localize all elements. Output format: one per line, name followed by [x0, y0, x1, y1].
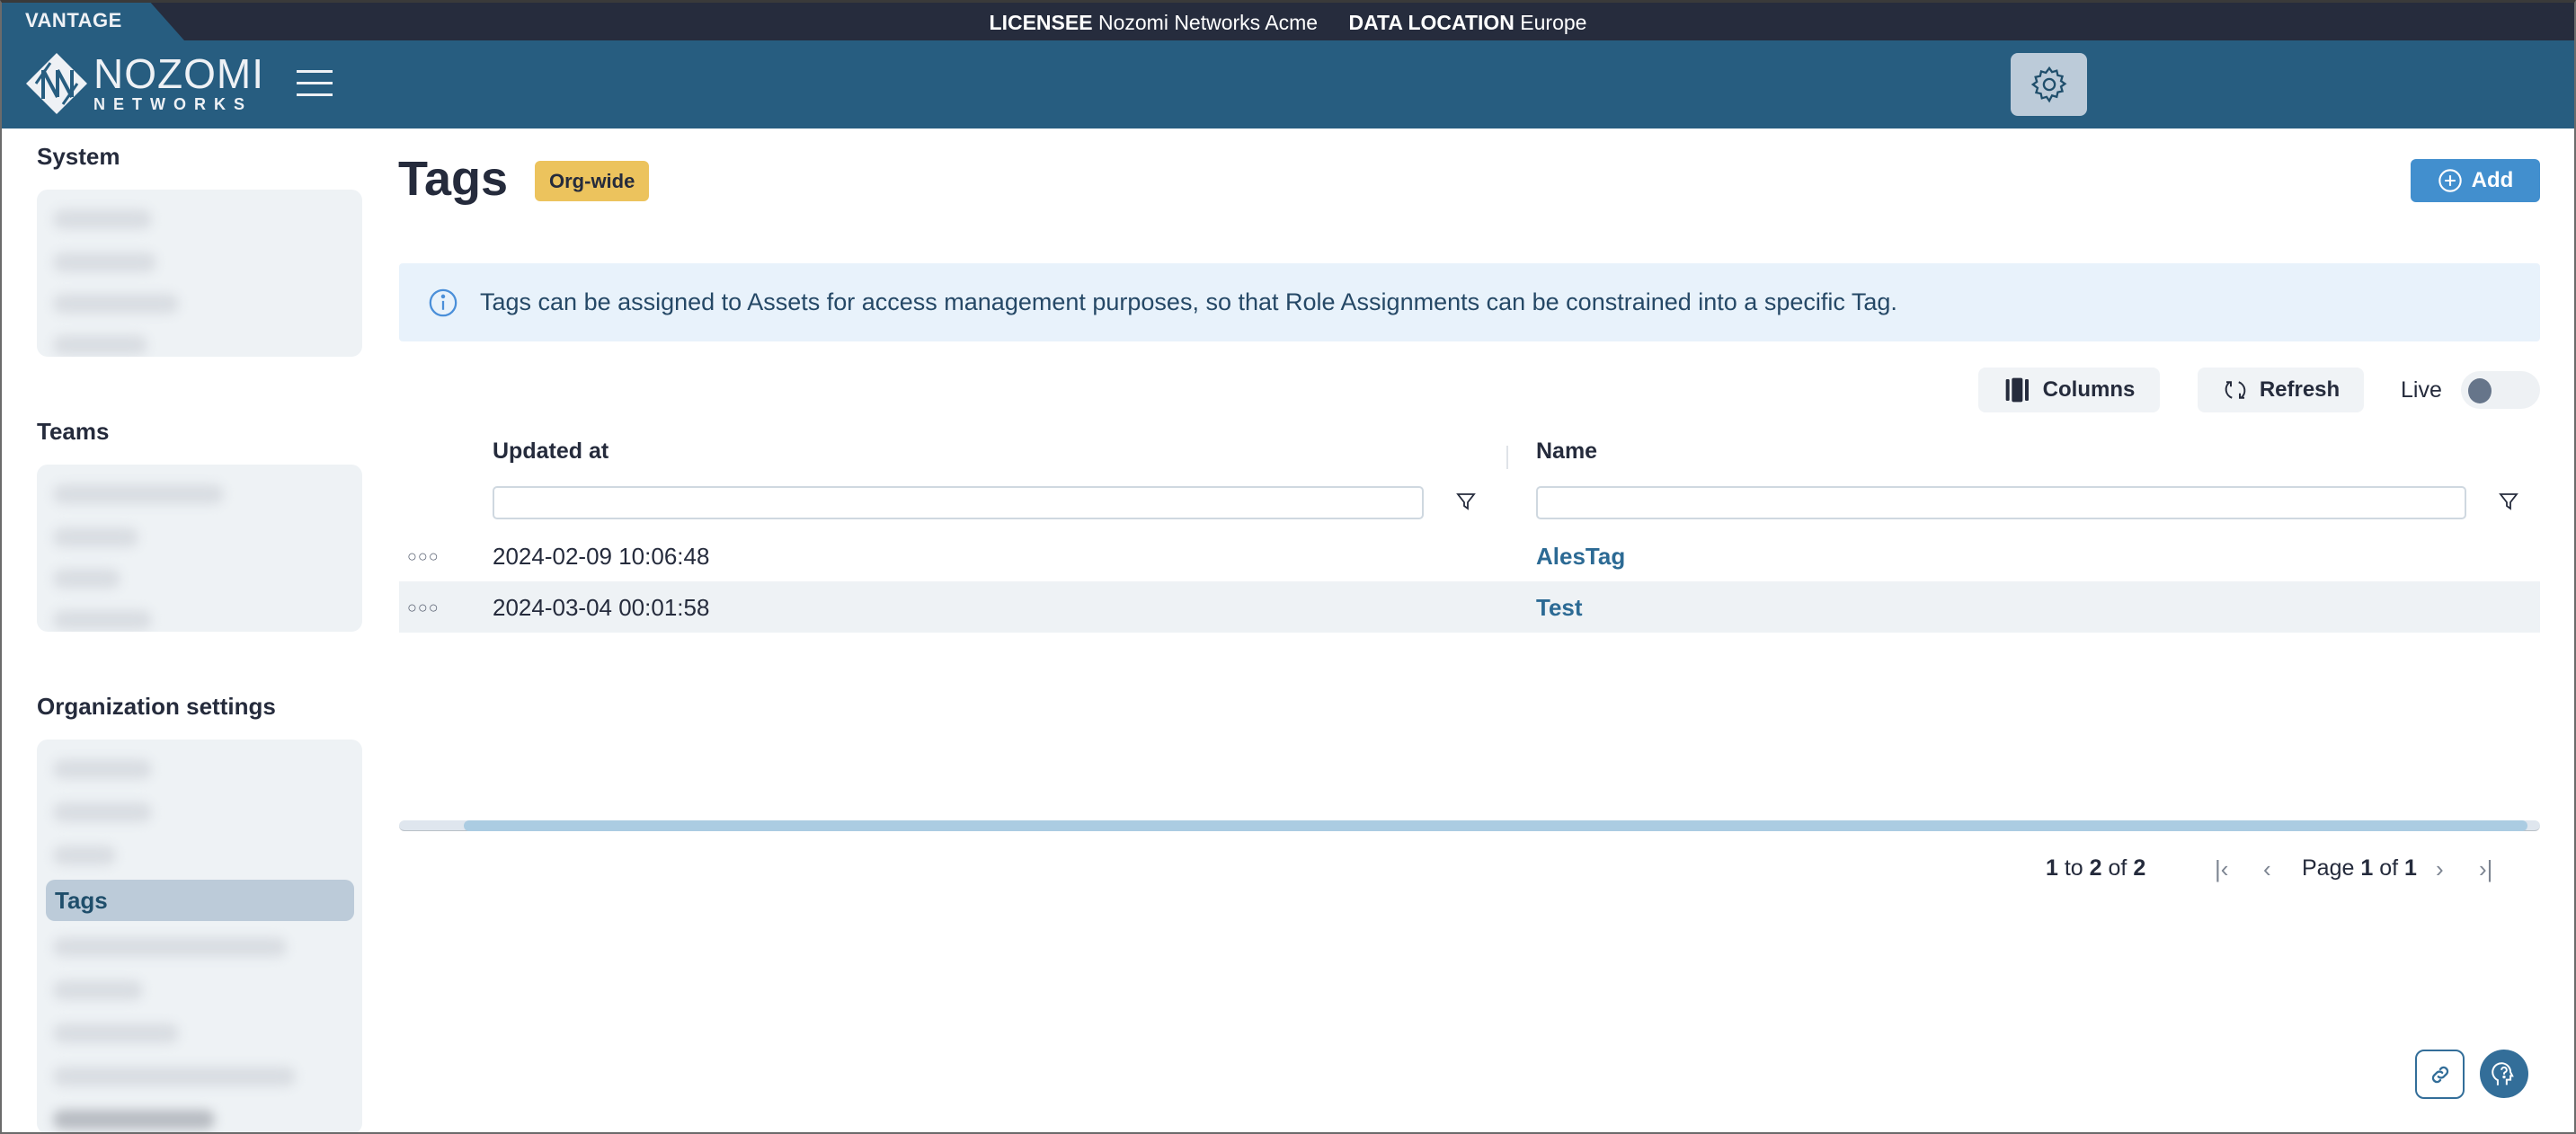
sidebar-item-redacted[interactable]	[53, 1067, 296, 1086]
updated-at-cell: 2024-02-09 10:06:48	[493, 543, 710, 570]
refresh-label: Refresh	[2259, 377, 2341, 402]
page-indicator: Page 1 of 1	[2302, 855, 2417, 882]
add-button-label: Add	[2471, 168, 2514, 192]
data-location-label: DATA LOCATION	[1348, 11, 1515, 34]
filter-icon[interactable]	[1455, 491, 1477, 512]
columns-icon	[2005, 377, 2029, 403]
first-page-icon[interactable]: |‹	[2215, 855, 2228, 883]
page-word: Page	[2302, 855, 2355, 881]
updated-at-filter-input[interactable]	[493, 486, 1424, 519]
name-filter-input[interactable]	[1536, 486, 2466, 519]
last-page-icon[interactable]: ›|	[2479, 855, 2492, 883]
link-icon	[2431, 1066, 2448, 1083]
filter-icon[interactable]	[2498, 491, 2519, 512]
gear-icon	[2030, 66, 2066, 103]
sidebar-section-teams: Teams	[37, 418, 110, 445]
next-page-icon[interactable]: ›	[2436, 855, 2444, 883]
sidebar-item-redacted[interactable]	[53, 252, 156, 272]
sidebar-organization-list	[37, 740, 362, 1134]
info-banner: Tags can be assigned to Assets for acces…	[399, 263, 2540, 341]
settings-button[interactable]	[2011, 53, 2087, 116]
license-info: LICENSEE Nozomi Networks Acme DATA LOCAT…	[0, 11, 2576, 35]
add-button[interactable]: Add	[2411, 159, 2540, 202]
page-of-word: of	[2379, 855, 2399, 881]
range-to-word: to	[2064, 855, 2083, 881]
columns-label: Columns	[2042, 377, 2136, 402]
data-location-value: Europe	[1520, 11, 1587, 34]
sidebar-system-list	[37, 190, 362, 357]
sidebar-item-redacted[interactable]	[53, 335, 147, 355]
refresh-button[interactable]: Refresh	[2198, 368, 2364, 412]
sidebar-item-redacted[interactable]	[53, 802, 152, 822]
column-header-name[interactable]: Name	[1536, 439, 1597, 465]
row-actions-icon[interactable]: ○○○	[407, 598, 440, 617]
page-count: 1	[2404, 855, 2417, 881]
sidebar-item-redacted[interactable]	[53, 527, 138, 547]
sidebar-section-system: System	[37, 143, 120, 170]
sidebar-item-tags[interactable]: Tags	[46, 880, 354, 921]
logo-text: NOZOMI NETWORKS	[93, 50, 264, 113]
info-text: Tags can be assigned to Assets for acces…	[480, 288, 1897, 315]
app-header: NOZOMI NETWORKS	[0, 40, 2576, 128]
column-header-updated-at[interactable]: Updated at	[493, 439, 608, 465]
row-actions-icon[interactable]: ○○○	[407, 547, 440, 566]
settings-sidebar: System Teams Organization settings Tags	[0, 128, 378, 1134]
live-label: Live	[2401, 377, 2442, 403]
licensee-value: Nozomi Networks Acme	[1097, 11, 1319, 34]
sidebar-teams-list	[37, 465, 362, 632]
toggle-knob	[2468, 378, 2492, 403]
plus-circle-icon	[2438, 169, 2462, 192]
hamburger-icon[interactable]	[297, 70, 333, 99]
horizontal-scrollbar[interactable]	[399, 820, 2540, 831]
sidebar-item-redacted[interactable]	[53, 759, 152, 779]
range-from: 1	[2046, 855, 2058, 881]
logo-sub-text: NETWORKS	[93, 95, 253, 113]
page-title: Tags	[398, 152, 509, 206]
sidebar-item-redacted[interactable]	[53, 610, 152, 630]
column-resize-handle[interactable]	[1506, 446, 1508, 469]
info-icon	[429, 288, 457, 316]
sidebar-section-organization-settings: Organization settings	[37, 693, 276, 720]
sidebar-item-redacted[interactable]	[53, 209, 152, 229]
sidebar-item-redacted[interactable]	[53, 1023, 179, 1043]
scrollbar-thumb[interactable]	[464, 820, 2527, 831]
tag-name-link[interactable]: AlesTag	[1536, 543, 1625, 571]
sidebar-item-redacted[interactable]	[53, 980, 143, 1000]
table-row[interactable]: ○○○ 2024-03-04 00:01:58 Test	[399, 581, 2540, 633]
updated-at-cell: 2024-03-04 00:01:58	[493, 594, 710, 621]
sidebar-item-redacted[interactable]	[53, 1110, 215, 1130]
sidebar-item-label: Tags	[55, 887, 108, 914]
sidebar-item-redacted[interactable]	[53, 937, 287, 957]
range-to: 2	[2089, 855, 2102, 881]
current-page: 1	[2360, 855, 2374, 881]
row-count-summary: 1 to 2 of 2	[2046, 855, 2145, 882]
help-head-icon	[2492, 1062, 2514, 1085]
scope-badge: Org-wide	[535, 161, 650, 201]
columns-button[interactable]: Columns	[1978, 368, 2160, 412]
sidebar-item-redacted[interactable]	[53, 569, 120, 589]
tag-name-link[interactable]: Test	[1536, 594, 1583, 622]
sidebar-item-redacted[interactable]	[53, 846, 116, 865]
logo-main-text: NOZOMI	[93, 50, 264, 97]
previous-page-icon[interactable]: ‹	[2263, 855, 2271, 883]
nozomi-logo[interactable]: NOZOMI NETWORKS	[25, 52, 264, 115]
top-strip: VANTAGE LICENSEE Nozomi Networks Acme DA…	[0, 0, 2576, 40]
licensee-label: LICENSEE	[989, 11, 1093, 34]
table-row[interactable]: ○○○ 2024-02-09 10:06:48 AlesTag	[399, 530, 2540, 581]
help-button[interactable]	[2480, 1050, 2528, 1098]
sidebar-item-redacted[interactable]	[53, 484, 224, 504]
range-of-word: of	[2108, 855, 2127, 881]
copy-link-button[interactable]	[2415, 1050, 2465, 1099]
range-total: 2	[2133, 855, 2146, 881]
live-toggle[interactable]	[2461, 371, 2540, 409]
refresh-icon	[2225, 381, 2246, 399]
sidebar-item-redacted[interactable]	[53, 294, 179, 314]
nozomi-logo-icon	[26, 53, 87, 114]
